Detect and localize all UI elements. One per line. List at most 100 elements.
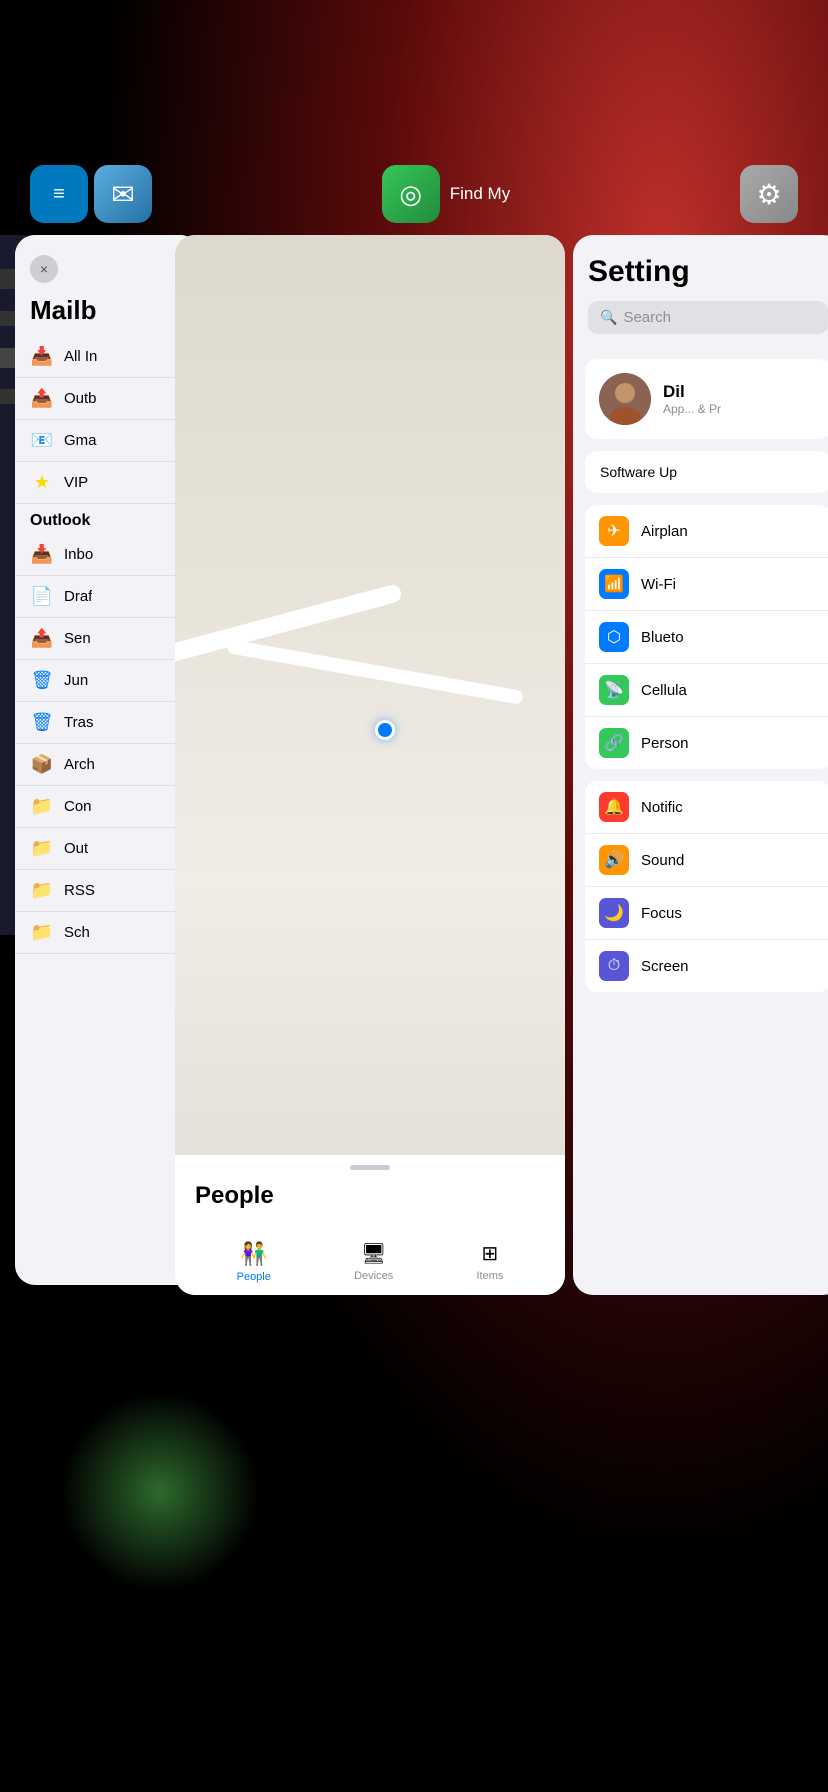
left-icon-group: ≡ ✉: [30, 165, 152, 223]
devices-tab-label: Devices: [354, 1270, 393, 1282]
mail-app-icon[interactable]: ✉: [94, 165, 152, 223]
screentime-icon: ⏱: [599, 951, 629, 981]
drafts-icon: 📄: [30, 586, 54, 607]
settings-item-cellular[interactable]: 📡 Cellula: [585, 664, 828, 717]
mail-close-button[interactable]: ×: [30, 255, 58, 283]
mail-item-outbox[interactable]: 📤 Outb: [15, 378, 200, 420]
mail-item-archive[interactable]: 📦 Arch: [15, 744, 200, 786]
findmy-tab-people[interactable]: 👫 People: [237, 1241, 271, 1283]
findmy-app-icon[interactable]: ◎: [382, 165, 440, 223]
vip-icon: ★: [30, 472, 54, 493]
mail-label-trash: Tras: [64, 714, 93, 731]
search-placeholder: Search: [623, 309, 671, 326]
software-update-label: Software Up: [600, 464, 677, 480]
mail-item-inbox[interactable]: 📥 Inbo: [15, 534, 200, 576]
settings-icon: ⚙: [756, 178, 781, 211]
trello-icon: ≡: [53, 183, 65, 206]
bluetooth-icon: ⬡: [599, 622, 629, 652]
cellular-label: Cellula: [641, 682, 687, 699]
hotspot-icon: 🔗: [599, 728, 629, 758]
hotspot-label: Person: [641, 735, 689, 752]
notifications-icon: 🔔: [599, 792, 629, 822]
outbox-icon: 📤: [30, 388, 54, 409]
settings-item-wifi[interactable]: 📶 Wi-Fi: [585, 558, 828, 611]
settings-search-bar[interactable]: 🔍 Search: [588, 301, 828, 334]
findmy-icon-group: ◎ Find My: [382, 165, 510, 223]
items-tab-label: Items: [476, 1270, 503, 1282]
mail-item-trash[interactable]: 🗑 Tras: [15, 702, 200, 744]
wifi-icon: 📶: [599, 569, 629, 599]
outlook2-icon: 📁: [30, 838, 54, 859]
profile-info: Dil App... & Pr: [663, 382, 721, 416]
settings-profile[interactable]: Dil App... & Pr: [585, 359, 828, 439]
settings-app-icon[interactable]: ⚙: [740, 165, 798, 223]
mail-label-drafts: Draf: [64, 588, 92, 605]
settings-item-focus[interactable]: 🌙 Focus: [585, 887, 828, 940]
mail-item-vip[interactable]: ★ VIP: [15, 462, 200, 504]
app-switcher: ≡ ✉ ◎ Find My ⚙ assword server: [0, 0, 828, 1792]
settings-title: Setting: [588, 255, 828, 289]
scheduled-icon: 📁: [30, 922, 54, 943]
archive-icon: 📦: [30, 754, 54, 775]
people-tab-label: People: [237, 1271, 271, 1283]
mail-item-label-2: Outb: [64, 390, 97, 407]
mail-item-junk[interactable]: 🗑 Jun: [15, 660, 200, 702]
settings-item-screentime[interactable]: ⏱ Screen: [585, 940, 828, 992]
mail-item-label-4: VIP: [64, 474, 88, 491]
junk-icon: 🗑: [30, 670, 54, 691]
map-view[interactable]: [175, 235, 565, 1155]
mail-label-sch: Sch: [64, 924, 90, 941]
window-mail[interactable]: × Mailb 📥 All In 📤 Outb 📧 Gma ★ VIP Outl…: [15, 235, 200, 1285]
findmy-tab-items[interactable]: ⊞ Items: [476, 1241, 503, 1283]
bluetooth-label: Blueto: [641, 629, 684, 646]
mail-item-conversations[interactable]: 📁 Con: [15, 786, 200, 828]
settings-item-personal-hotspot[interactable]: 🔗 Person: [585, 717, 828, 769]
sound-icon: 🔊: [599, 845, 629, 875]
mail-item-rss[interactable]: 📁 RSS: [15, 870, 200, 912]
settings-item-airplane[interactable]: ✈ Airplan: [585, 505, 828, 558]
mail-label-sent: Sen: [64, 630, 91, 647]
settings-item-notifications[interactable]: 🔔 Notific: [585, 781, 828, 834]
findmy-label: Find My: [450, 184, 510, 204]
mail-item-label-3: Gma: [64, 432, 97, 449]
mail-item-label: All In: [64, 348, 97, 365]
mail-label-inbox: Inbo: [64, 546, 93, 563]
findmy-bottom-sheet: People 👫 People 🖥 Devices ⊞ Items: [175, 1155, 565, 1295]
notifications-label: Notific: [641, 799, 683, 816]
inbox-icon: 📥: [30, 544, 54, 565]
sent-icon: 📤: [30, 628, 54, 649]
mail-item-outlook2[interactable]: 📁 Out: [15, 828, 200, 870]
mail-section-outlook: Outlook: [15, 504, 200, 534]
software-update-item[interactable]: Software Up: [585, 451, 828, 493]
search-icon: 🔍: [600, 309, 617, 326]
settings-item-bluetooth[interactable]: ⬡ Blueto: [585, 611, 828, 664]
profile-sub: App... & Pr: [663, 402, 721, 416]
mail-item-scheduled[interactable]: 📁 Sch: [15, 912, 200, 954]
settings-notifications-group: 🔔 Notific 🔊 Sound 🌙 Focus ⏱ Screen: [585, 781, 828, 992]
conv-icon: 📁: [30, 796, 54, 817]
settings-item-sound[interactable]: 🔊 Sound: [585, 834, 828, 887]
avatar-svg: [599, 373, 651, 425]
mail-icon: ✉: [111, 178, 134, 211]
findmy-drag-handle[interactable]: [350, 1165, 390, 1170]
focus-label: Focus: [641, 905, 682, 922]
top-app-icons-row: ≡ ✉ ◎ Find My ⚙: [0, 165, 828, 223]
all-inbox-icon: 📥: [30, 346, 54, 367]
findmy-tab-devices[interactable]: 🖥 Devices: [354, 1241, 393, 1283]
trello-app-icon[interactable]: ≡: [30, 165, 88, 223]
airplane-label: Airplan: [641, 523, 688, 540]
mail-item-allinbox[interactable]: 📥 All In: [15, 336, 200, 378]
items-tab-icon: ⊞: [482, 1241, 499, 1266]
map-location-dot: [375, 720, 395, 740]
findmy-tabs: 👫 People 🖥 Devices ⊞ Items: [175, 1229, 565, 1295]
window-settings[interactable]: Setting 🔍 Search Dil App...: [573, 235, 828, 1295]
wifi-label: Wi-Fi: [641, 576, 676, 593]
people-tab-icon: 👫: [240, 1241, 267, 1267]
mail-label-junk: Jun: [64, 672, 88, 689]
window-findmy[interactable]: People 👫 People 🖥 Devices ⊞ Items: [175, 235, 565, 1295]
sound-label: Sound: [641, 852, 684, 869]
screentime-label: Screen: [641, 958, 689, 975]
mail-item-sent[interactable]: 📤 Sen: [15, 618, 200, 660]
mail-item-drafts[interactable]: 📄 Draf: [15, 576, 200, 618]
mail-item-gmail[interactable]: 📧 Gma: [15, 420, 200, 462]
